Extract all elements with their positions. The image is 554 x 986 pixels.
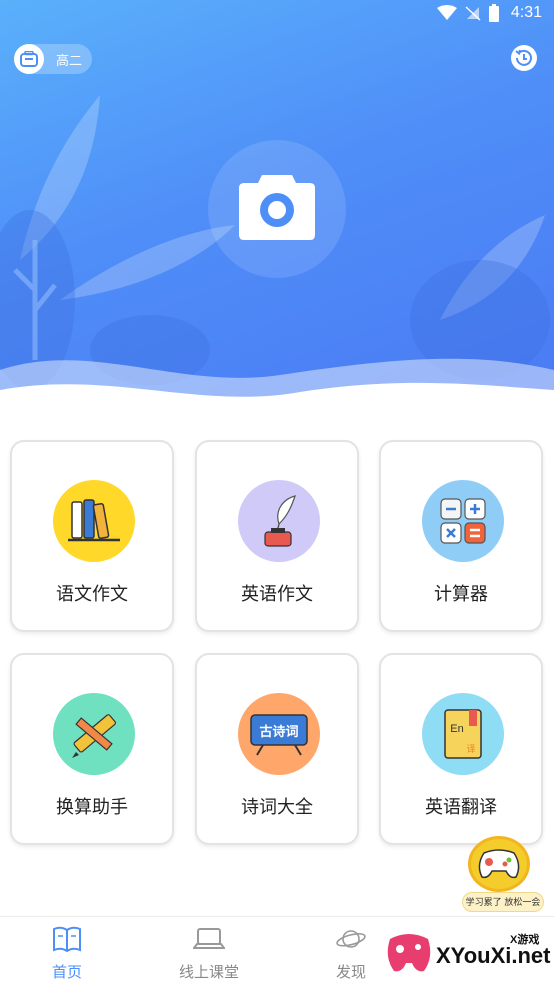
tool-poetry-collection[interactable]: 古诗词 诗词大全 (195, 653, 359, 845)
gamepad-icon (468, 836, 530, 892)
no-signal-icon (465, 6, 481, 21)
history-clock-icon (511, 45, 537, 71)
nav-label: 首页 (51, 963, 82, 981)
game-caption: 学习累了 放松一会 (462, 892, 544, 912)
wifi-icon (436, 5, 457, 20)
tool-label: 计算器 (434, 584, 488, 605)
tool-chinese-essay[interactable]: 语文作文 (10, 440, 174, 632)
tool-label: 英语翻译 (425, 797, 497, 818)
dictionary-icon: En 译 (422, 693, 504, 775)
status-bar: 4:31 (0, 0, 554, 32)
site-watermark: X游戏 XYouXi.net (384, 927, 552, 983)
dict-translate-text: 译 (466, 744, 475, 755)
school-bag-icon (14, 44, 44, 74)
book-open-icon (51, 925, 83, 953)
nav-label: 线上课堂 (178, 963, 239, 981)
nav-home[interactable]: 首页 (7, 917, 127, 986)
laptop-icon (193, 925, 225, 953)
watermark-logo-icon (387, 934, 431, 972)
grade-label: 高二 (56, 54, 83, 69)
poetry-board-text: 古诗词 (259, 724, 298, 740)
planet-icon (335, 925, 367, 953)
tool-calculator[interactable]: 计算器 (379, 440, 543, 632)
calculator-icon (422, 480, 504, 562)
ruler-pencil-icon (53, 693, 135, 775)
bottom-nav: 首页 线上课堂 发现 X游戏 XYouXi.net (0, 916, 554, 986)
watermark-main: XYouXi.net (436, 943, 551, 968)
tool-english-translation[interactable]: En 译 英语翻译 (379, 653, 543, 845)
tool-english-essay[interactable]: 英语作文 (195, 440, 359, 632)
camera-icon (239, 175, 315, 240)
poetry-board-icon: 古诗词 (238, 693, 320, 775)
nav-online-class[interactable]: 线上课堂 (149, 917, 269, 986)
history-button[interactable] (508, 42, 540, 74)
tool-label: 诗词大全 (241, 797, 313, 818)
hero-header: 4:31 高二 (0, 0, 554, 420)
books-icon (53, 480, 135, 562)
game-bubble[interactable]: 学习累了 放松一会 (462, 836, 544, 914)
tool-label: 英语作文 (241, 584, 313, 605)
status-time: 4:31 (510, 4, 542, 21)
dict-en-text: En (450, 723, 463, 735)
wave-divider (0, 358, 554, 420)
grade-selector[interactable]: 高二 (14, 44, 92, 74)
tool-conversion-helper[interactable]: 换算助手 (10, 653, 174, 845)
battery-icon (488, 4, 499, 22)
quill-pen-icon (238, 480, 320, 562)
camera-button[interactable] (238, 168, 316, 242)
tool-label: 换算助手 (56, 797, 128, 818)
tool-label: 语文作文 (56, 584, 128, 605)
